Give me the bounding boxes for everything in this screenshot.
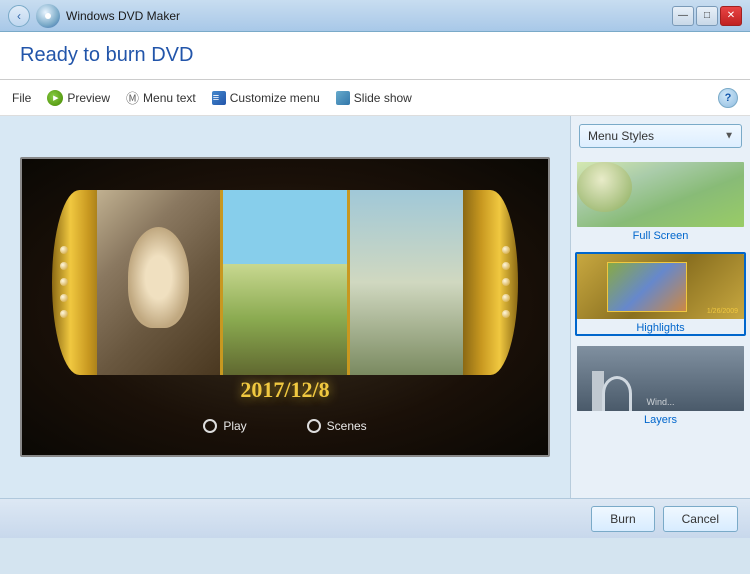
drum-wrapper [52,190,518,375]
gold-dots-left [60,246,68,318]
burn-button[interactable]: Burn [591,506,654,532]
slide-show-button[interactable]: Slide show [336,91,412,105]
minimize-button[interactable]: — [672,6,694,26]
photo-panel-3 [347,190,473,375]
highlights-photo [607,262,687,312]
close-button[interactable]: ✕ [720,6,742,26]
back-button[interactable]: ‹ [8,5,30,27]
help-button[interactable]: ? [718,88,738,108]
preview-button[interactable]: Preview [47,90,110,106]
right-panel: Menu Styles ▼ Full Screen [570,116,750,498]
dot [502,246,510,254]
highlights-thumb-inner: 1/26/2009 [577,254,744,319]
slideshow-icon [336,91,350,105]
menu-text-label: Menu text [143,91,196,105]
header-bar: Ready to burn DVD [0,32,750,80]
photo-panels [97,190,473,375]
style-item-full-screen[interactable]: Full Screen [575,160,746,244]
drum-area [52,189,518,375]
maximize-button[interactable]: □ [696,6,718,26]
preview-frame: 2017/12/8 Play Scenes [20,157,550,457]
title-bar-left: ‹ Windows DVD Maker [8,4,180,28]
play-label: Play [223,419,246,433]
menu-styles-dropdown[interactable]: Menu Styles ▼ [579,124,742,148]
dvd-scenes-control: Scenes [307,419,367,433]
dot [60,246,68,254]
page-title: Ready to burn DVD [20,44,193,67]
bottom-bar: Burn Cancel [0,498,750,538]
layers-thumbnail: Wind... [577,346,744,411]
customize-menu-label: Customize menu [230,91,320,105]
full-screen-label: Full Screen [577,230,744,242]
scenes-circle-icon [307,419,321,433]
full-screen-thumbnail [577,162,744,227]
preview-icon [47,90,63,106]
layers-thumb-text: Wind... [577,397,744,407]
layers-label: Layers [577,414,744,426]
slide-show-label: Slide show [354,91,412,105]
style-item-layers[interactable]: Wind... Layers [575,344,746,428]
menu-styles-select[interactable]: Menu Styles [579,124,742,148]
dot [60,278,68,286]
highlights-label: Highlights [577,322,744,334]
cancel-button[interactable]: Cancel [663,506,738,532]
menu-text-button[interactable]: Ⓜ Menu text [126,88,196,107]
highlights-thumbnail: 1/26/2009 [577,254,744,319]
highlights-date: 1/26/2009 [707,308,738,315]
dot [60,294,68,302]
dot [502,310,510,318]
dvd-date: 2017/12/8 [22,377,548,403]
photo-panel-1 [97,190,220,375]
title-bar: ‹ Windows DVD Maker — □ ✕ [0,0,750,32]
customize-menu-button[interactable]: Customize menu [212,91,320,105]
dot [60,310,68,318]
play-circle-icon [203,419,217,433]
preview-area: 2017/12/8 Play Scenes [0,116,570,498]
gold-dots-right [502,246,510,318]
gold-right [463,190,518,375]
dot [502,262,510,270]
file-menu[interactable]: File [12,91,31,105]
flower-shape [577,162,632,212]
toolbar: File Preview Ⓜ Menu text Customize menu … [0,80,750,116]
app-icon [36,4,60,28]
dot [60,262,68,270]
dvd-play-control: Play [203,419,246,433]
dot [502,278,510,286]
window-controls: — □ ✕ [672,6,742,26]
menu-text-icon: Ⓜ [126,88,139,107]
style-list: Full Screen 1/26/2009 Highlights [571,156,750,498]
customize-icon [212,91,226,105]
fullscreen-thumb-inner [577,162,744,227]
style-item-highlights[interactable]: 1/26/2009 Highlights [575,252,746,336]
dvd-controls: Play Scenes [22,419,548,433]
photo-panel-2 [220,190,346,375]
scenes-label: Scenes [327,419,367,433]
main-content: 2017/12/8 Play Scenes Menu Styles ▼ [0,116,750,498]
preview-label: Preview [67,91,110,105]
dot [502,294,510,302]
file-label: File [12,91,31,105]
app-title: Windows DVD Maker [66,9,180,23]
